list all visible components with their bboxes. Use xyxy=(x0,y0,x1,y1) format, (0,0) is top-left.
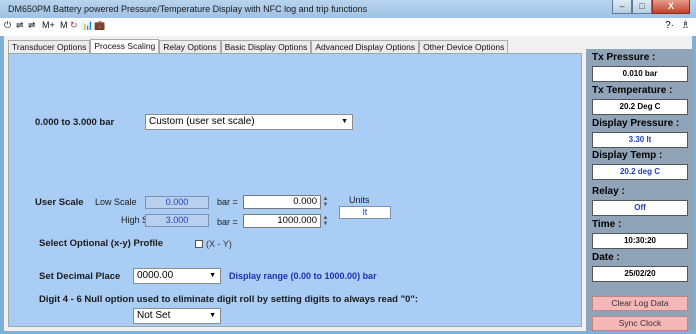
units-label: Units xyxy=(349,195,370,205)
scale-select-value: Custom (user set scale) xyxy=(149,116,255,127)
tab-relay-options[interactable]: Relay Options xyxy=(159,40,221,54)
tx-pressure-value: 0.010 bar xyxy=(592,66,688,82)
close-button[interactable]: X xyxy=(652,0,690,14)
high-display-input[interactable]: 1000.000 ▲ ▼ xyxy=(243,214,328,228)
null-option-select-value: Not Set xyxy=(137,310,171,321)
tab-strip: Transducer Options Process Scaling Relay… xyxy=(8,39,509,54)
relay-label: Relay : xyxy=(592,186,625,197)
memory-plus-button[interactable]: M+ xyxy=(42,20,55,30)
low-scale-label: Low Scale xyxy=(95,197,137,207)
minimize-button[interactable]: – xyxy=(612,0,632,14)
tx-temperature-label: Tx Temperature : xyxy=(592,85,673,96)
profile-label: Select Optional (x-y) Profile xyxy=(39,238,164,249)
app-window: DM650PM Battery powered Pressure/Tempera… xyxy=(0,0,696,334)
process-scaling-panel: 0.000 to 3.000 bar Custom (user set scal… xyxy=(8,53,582,327)
tx-pressure-label: Tx Pressure : xyxy=(592,52,656,63)
chart-icon[interactable]: 📊 xyxy=(82,20,93,31)
sync-clock-button[interactable]: Sync Clock xyxy=(592,316,688,331)
null-option-label: Digit 4 - 6 Null option used to eliminat… xyxy=(39,294,419,305)
range-label: 0.000 to 3.000 bar xyxy=(35,117,115,128)
connect-icon[interactable]: ⇌ xyxy=(16,20,24,31)
high-bar-label: bar = xyxy=(217,217,238,227)
window-title: DM650PM Battery powered Pressure/Tempera… xyxy=(8,4,368,14)
tab-advanced-display-options[interactable]: Advanced Display Options xyxy=(311,40,420,54)
status-sidebar: Tx Pressure : 0.010 bar Tx Temperature :… xyxy=(586,49,694,331)
help-icon[interactable]: ?· xyxy=(665,20,674,31)
toolbar: ⏻ ⇌ ⇌ M+ M ↻ 📊 💼 ?· ♗ xyxy=(0,18,696,36)
window-controls: – □ X xyxy=(612,0,690,15)
profile-checkbox-label: (X - Y) xyxy=(206,239,232,249)
memory-button[interactable]: M xyxy=(60,20,68,30)
time-label: Time : xyxy=(592,219,622,230)
client-area: Transducer Options Process Scaling Relay… xyxy=(4,36,694,331)
decimal-select-value: 0000.00 xyxy=(137,270,174,281)
display-range-text: Display range (0.00 to 1000.00) bar xyxy=(229,271,377,281)
display-pressure-label: Display Pressure : xyxy=(592,118,680,129)
clear-log-button[interactable]: Clear Log Data xyxy=(592,296,688,311)
date-value: 25/02/20 xyxy=(592,266,688,282)
low-bar-label: bar = xyxy=(217,197,238,207)
display-temp-value: 20.2 deg C xyxy=(592,164,688,180)
spinner-icon[interactable]: ▲ ▼ xyxy=(321,196,330,208)
decimal-label: Set Decimal Place xyxy=(39,271,121,282)
tx-temperature-value: 20.2 Deg C xyxy=(592,99,688,115)
disconnect-icon[interactable]: ⇌ xyxy=(28,20,36,31)
profile-checkbox[interactable] xyxy=(195,240,203,248)
chevron-down-icon: ▼ xyxy=(209,272,216,279)
briefcase-icon[interactable]: 💼 xyxy=(94,20,105,31)
null-option-select[interactable]: Not Set ▼ xyxy=(133,308,221,324)
user-icon[interactable]: ♗ xyxy=(681,20,690,31)
user-scale-label: User Scale xyxy=(35,197,84,208)
title-bar[interactable]: DM650PM Battery powered Pressure/Tempera… xyxy=(0,0,696,18)
tab-other-device-options[interactable]: Other Device Options xyxy=(419,40,509,54)
display-pressure-value: 3.30 lt xyxy=(592,132,688,148)
time-value: 10:30:20 xyxy=(592,233,688,249)
low-display-input[interactable]: 0.000 ▲ ▼ xyxy=(243,195,328,209)
chevron-down-icon: ▼ xyxy=(341,118,348,125)
maximize-button[interactable]: □ xyxy=(632,0,652,14)
chevron-down-icon: ▼ xyxy=(209,312,216,319)
tab-basic-display-options[interactable]: Basic Display Options xyxy=(220,40,312,54)
tab-process-scaling[interactable]: Process Scaling xyxy=(90,39,160,54)
power-icon[interactable]: ⏻ xyxy=(4,20,11,31)
display-temp-label: Display Temp : xyxy=(592,150,663,161)
low-scale-value: 0.000 xyxy=(145,196,209,209)
tab-transducer-options[interactable]: Transducer Options xyxy=(8,40,91,54)
spinner-icon[interactable]: ▲ ▼ xyxy=(321,215,330,227)
relay-value: Off xyxy=(592,200,688,216)
high-scale-value: 3.000 xyxy=(145,214,209,227)
decimal-select[interactable]: 0000.00 ▼ xyxy=(133,268,221,284)
refresh-icon[interactable]: ↻ xyxy=(70,20,78,31)
date-label: Date : xyxy=(592,252,620,263)
low-display-value: 0.000 xyxy=(293,196,317,207)
high-display-value: 1000.000 xyxy=(277,215,317,226)
units-input[interactable]: lt xyxy=(339,206,391,219)
scale-select[interactable]: Custom (user set scale) ▼ xyxy=(145,114,353,130)
